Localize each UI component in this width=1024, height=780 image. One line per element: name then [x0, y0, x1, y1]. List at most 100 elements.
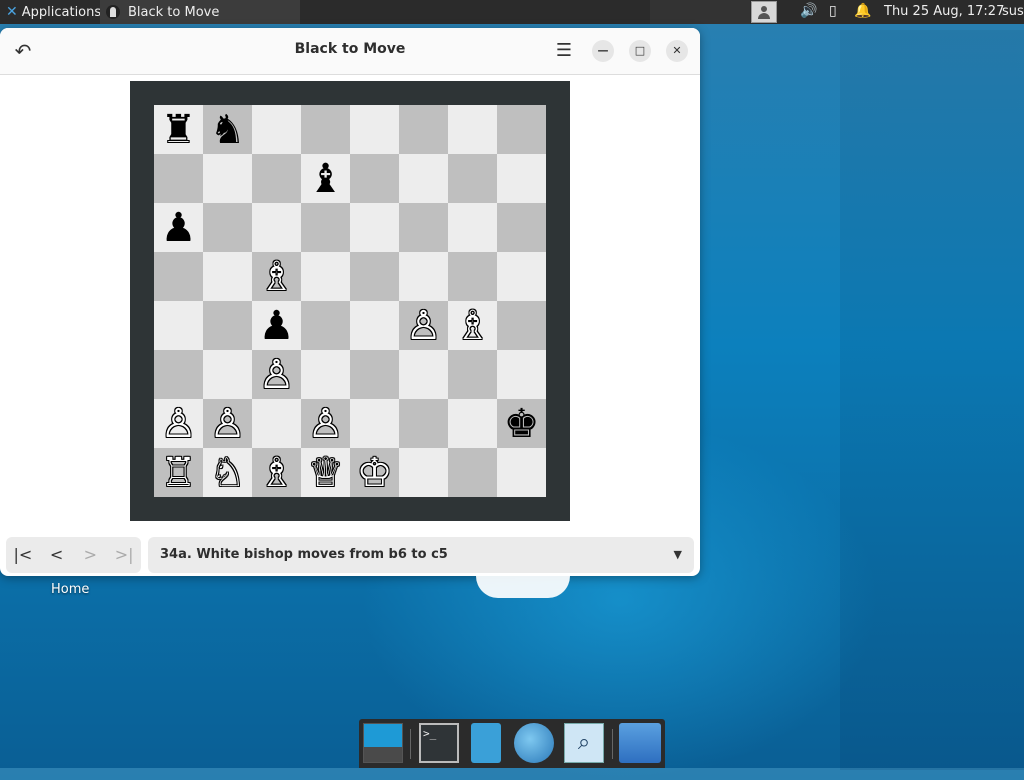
square-b6[interactable] — [203, 203, 252, 252]
square-f2[interactable] — [399, 399, 448, 448]
square-e3[interactable] — [350, 350, 399, 399]
square-c1[interactable]: ♗ — [252, 448, 301, 497]
square-g1[interactable] — [448, 448, 497, 497]
square-b4[interactable] — [203, 301, 252, 350]
white-piece-icon[interactable]: ♙ — [210, 404, 246, 444]
square-a2[interactable]: ♙ — [154, 399, 203, 448]
square-d1[interactable]: ♕ — [301, 448, 350, 497]
square-d4[interactable] — [301, 301, 350, 350]
square-c8[interactable] — [252, 105, 301, 154]
square-g8[interactable] — [448, 105, 497, 154]
square-a1[interactable]: ♖ — [154, 448, 203, 497]
square-a4[interactable] — [154, 301, 203, 350]
white-piece-icon[interactable]: ♙ — [308, 404, 344, 444]
square-c4[interactable]: ♟ — [252, 301, 301, 350]
square-c2[interactable] — [252, 399, 301, 448]
square-b1[interactable]: ♘ — [203, 448, 252, 497]
square-h8[interactable] — [497, 105, 546, 154]
black-piece-icon[interactable]: ♟ — [259, 306, 295, 346]
square-f4[interactable]: ♙ — [399, 301, 448, 350]
white-piece-icon[interactable]: ♘ — [210, 453, 246, 493]
volume-icon[interactable]: 🔊 — [800, 3, 817, 19]
square-g2[interactable] — [448, 399, 497, 448]
square-a7[interactable] — [154, 154, 203, 203]
first-move-button[interactable]: |< — [6, 537, 40, 573]
black-piece-icon[interactable]: ♝ — [308, 159, 344, 199]
square-e5[interactable] — [350, 252, 399, 301]
white-piece-icon[interactable]: ♔ — [357, 453, 393, 493]
white-piece-icon[interactable]: ♙ — [161, 404, 197, 444]
black-piece-icon[interactable]: ♞ — [210, 110, 246, 150]
white-piece-icon[interactable]: ♖ — [161, 453, 197, 493]
next-move-button[interactable]: > — [74, 537, 108, 573]
square-f6[interactable] — [399, 203, 448, 252]
square-f7[interactable] — [399, 154, 448, 203]
chess-board[interactable]: ♜ ♞ ♝ ♟ ♗ ♟ ♙ ♗ ♙ ♙ ♙ ♙ ♚ ♖ ♘ ♗ ♕ ♔ — [154, 105, 546, 497]
white-piece-icon[interactable]: ♕ — [308, 453, 344, 493]
square-h4[interactable] — [497, 301, 546, 350]
square-e6[interactable] — [350, 203, 399, 252]
white-piece-icon[interactable]: ♗ — [259, 257, 295, 297]
square-h1[interactable] — [497, 448, 546, 497]
square-d6[interactable] — [301, 203, 350, 252]
hamburger-menu-button[interactable]: ☰ — [551, 38, 577, 64]
square-e4[interactable] — [350, 301, 399, 350]
show-desktop-icon[interactable] — [363, 723, 403, 763]
battery-icon[interactable]: ▯ — [829, 3, 837, 19]
square-e7[interactable] — [350, 154, 399, 203]
square-b3[interactable] — [203, 350, 252, 399]
square-f1[interactable] — [399, 448, 448, 497]
applications-menu-button[interactable]: ✕ Applications — [0, 0, 107, 24]
last-move-button[interactable]: >| — [107, 537, 141, 573]
user-switch-icon[interactable] — [751, 1, 777, 23]
notification-bell-icon[interactable]: 🔔 — [854, 3, 871, 19]
square-b2[interactable]: ♙ — [203, 399, 252, 448]
square-f8[interactable] — [399, 105, 448, 154]
square-e2[interactable] — [350, 399, 399, 448]
file-manager-icon[interactable] — [471, 723, 501, 763]
move-history-dropdown[interactable]: 34a. White bishop moves from b6 to c5 ▼ — [148, 537, 694, 573]
square-h6[interactable] — [497, 203, 546, 252]
app-finder-search-icon[interactable]: ⌕ — [564, 723, 604, 763]
square-d7[interactable]: ♝ — [301, 154, 350, 203]
close-button[interactable]: ✕ — [666, 40, 688, 62]
square-g4[interactable]: ♗ — [448, 301, 497, 350]
square-h5[interactable] — [497, 252, 546, 301]
clock[interactable]: Thu 25 Aug, 17:27 — [884, 0, 1004, 24]
square-b7[interactable] — [203, 154, 252, 203]
square-g7[interactable] — [448, 154, 497, 203]
home-folder-icon[interactable] — [619, 723, 661, 763]
square-g6[interactable] — [448, 203, 497, 252]
black-piece-icon[interactable]: ♟ — [161, 208, 197, 248]
square-c6[interactable] — [252, 203, 301, 252]
square-c7[interactable] — [252, 154, 301, 203]
square-b5[interactable] — [203, 252, 252, 301]
square-g3[interactable] — [448, 350, 497, 399]
square-d5[interactable] — [301, 252, 350, 301]
terminal-icon[interactable]: >_ — [419, 723, 459, 763]
white-piece-icon[interactable]: ♙ — [259, 355, 295, 395]
square-e1[interactable]: ♔ — [350, 448, 399, 497]
square-f5[interactable] — [399, 252, 448, 301]
square-d2[interactable]: ♙ — [301, 399, 350, 448]
square-a3[interactable] — [154, 350, 203, 399]
white-piece-icon[interactable]: ♗ — [455, 306, 491, 346]
desktop-home-label[interactable]: Home — [51, 582, 89, 597]
square-h3[interactable] — [497, 350, 546, 399]
black-piece-icon[interactable]: ♚ — [504, 404, 540, 444]
square-c5[interactable]: ♗ — [252, 252, 301, 301]
web-browser-icon[interactable] — [514, 723, 554, 763]
square-b8[interactable]: ♞ — [203, 105, 252, 154]
taskbar-window-button[interactable]: Black to Move — [100, 0, 300, 24]
white-piece-icon[interactable]: ♙ — [406, 306, 442, 346]
square-g5[interactable] — [448, 252, 497, 301]
maximize-button[interactable]: □ — [629, 40, 651, 62]
previous-move-button[interactable]: < — [40, 537, 74, 573]
square-h7[interactable] — [497, 154, 546, 203]
square-d3[interactable] — [301, 350, 350, 399]
square-a5[interactable] — [154, 252, 203, 301]
square-a8[interactable]: ♜ — [154, 105, 203, 154]
white-piece-icon[interactable]: ♗ — [259, 453, 295, 493]
square-e8[interactable] — [350, 105, 399, 154]
user-menu[interactable]: sus — [1002, 0, 1024, 24]
